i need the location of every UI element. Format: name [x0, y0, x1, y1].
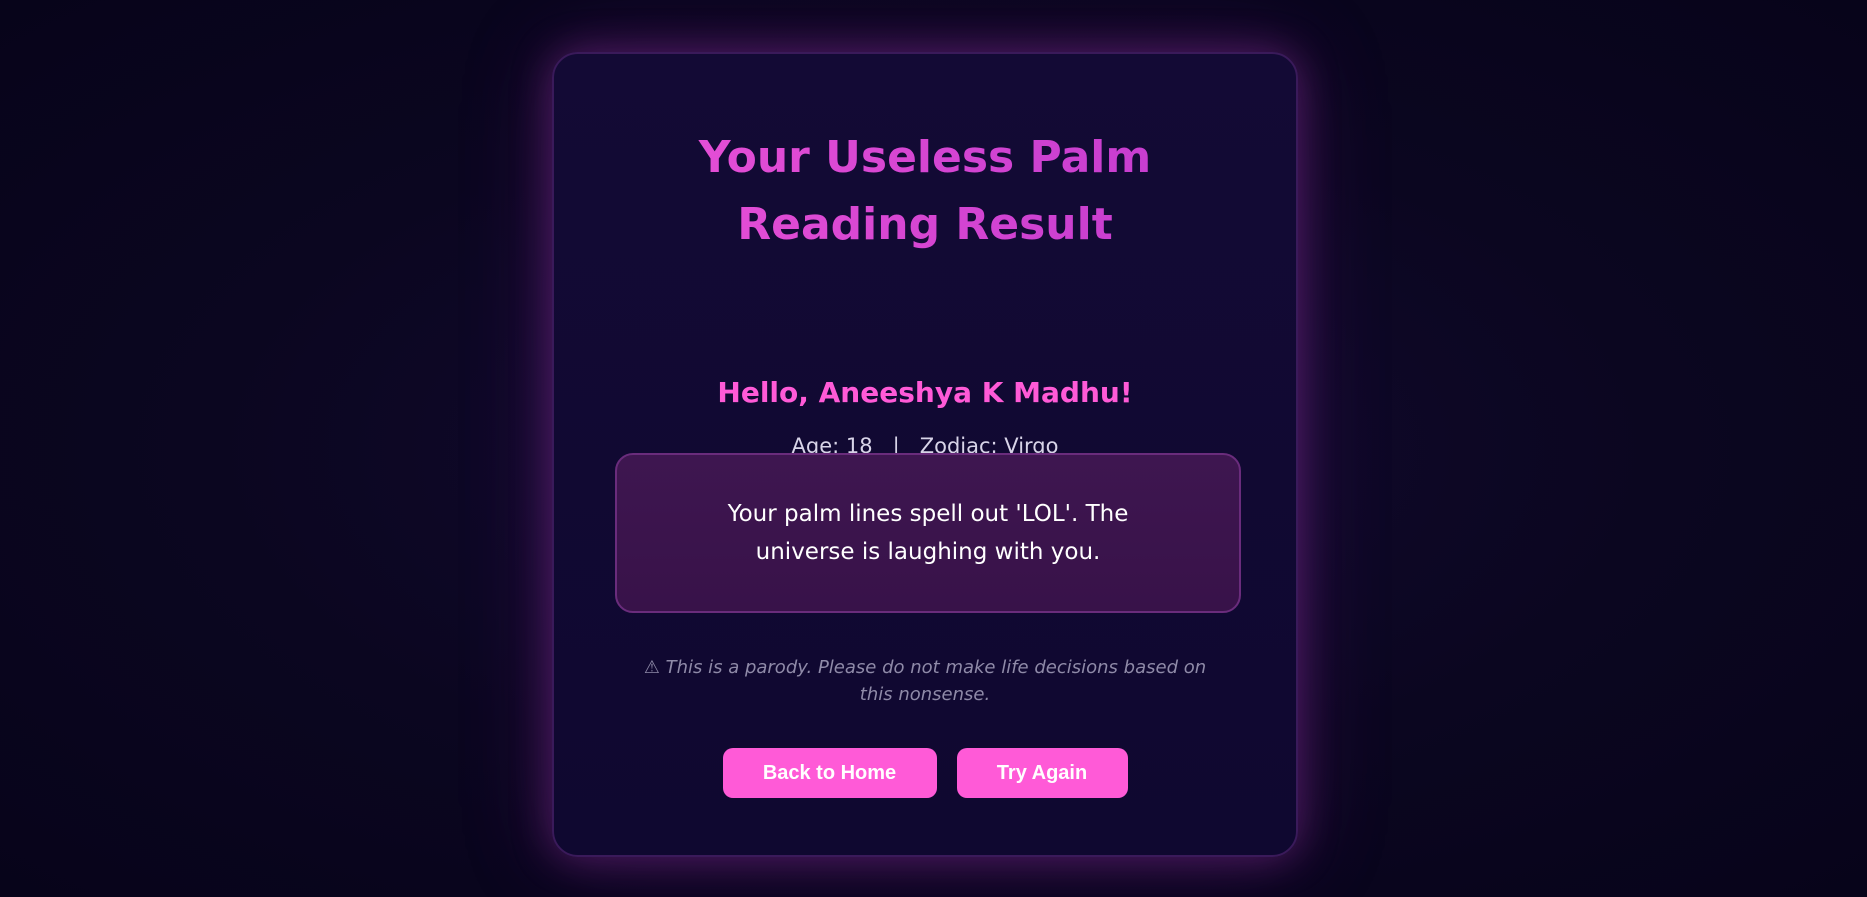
try-again-button[interactable]: Try Again	[956, 748, 1128, 798]
greeting-heading: Hello, Aneeshya K Madhu!	[717, 376, 1133, 409]
back-to-home-button[interactable]: Back to Home	[722, 748, 937, 798]
page-title: Your Useless Palm Reading Result	[665, 124, 1185, 258]
reading-box: Your palm lines spell out 'LOL'. The uni…	[615, 453, 1241, 613]
result-card: Your Useless Palm Reading Result Hello, …	[552, 52, 1298, 857]
page: Your Useless Palm Reading Result Hello, …	[0, 0, 1867, 897]
action-buttons: Back to Home Try Again	[554, 748, 1296, 798]
reading-text: Your palm lines spell out 'LOL'. The uni…	[727, 501, 1129, 565]
disclaimer-text: ⚠ This is a parody. Please do not make l…	[643, 657, 1207, 705]
